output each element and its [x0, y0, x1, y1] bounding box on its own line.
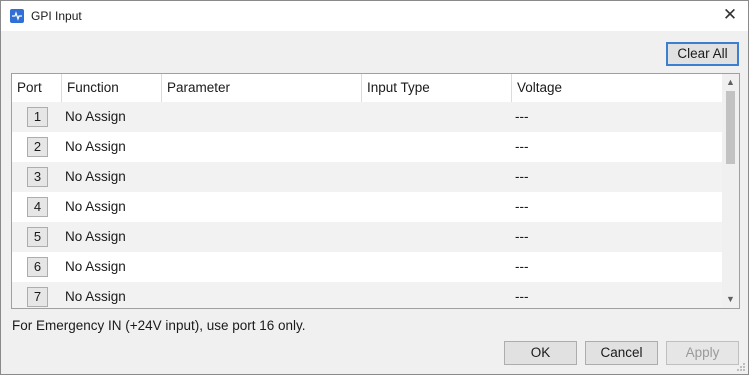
clear-all-button[interactable]: Clear All: [666, 42, 739, 66]
window-title: GPI Input: [31, 9, 82, 23]
voltage-cell: ---: [515, 259, 529, 274]
voltage-cell: ---: [515, 199, 529, 214]
column-header-voltage[interactable]: Voltage: [512, 74, 722, 102]
port-button[interactable]: 5: [27, 227, 48, 247]
table-body: 1 No Assign --- 2 No Assign --- 3 No Ass…: [12, 102, 722, 308]
port-button[interactable]: 7: [27, 287, 48, 307]
emergency-note: For Emergency IN (+24V input), use port …: [12, 318, 306, 333]
port-button[interactable]: 6: [27, 257, 48, 277]
function-cell[interactable]: No Assign: [65, 252, 126, 282]
table-row[interactable]: 1 No Assign ---: [12, 102, 722, 132]
cancel-button[interactable]: Cancel: [585, 341, 658, 365]
table-header: Port Function Parameter Input Type Volta…: [12, 74, 722, 102]
function-cell[interactable]: No Assign: [65, 192, 126, 222]
function-cell[interactable]: No Assign: [65, 222, 126, 252]
vertical-scrollbar[interactable]: ▲ ▼: [722, 74, 739, 308]
apply-button[interactable]: Apply: [666, 341, 739, 365]
port-button[interactable]: 3: [27, 167, 48, 187]
table-row[interactable]: 7 No Assign ---: [12, 282, 722, 308]
function-cell[interactable]: No Assign: [65, 162, 126, 192]
function-cell[interactable]: No Assign: [65, 132, 126, 162]
column-header-function[interactable]: Function: [62, 74, 162, 102]
table-row[interactable]: 3 No Assign ---: [12, 162, 722, 192]
table-row[interactable]: 4 No Assign ---: [12, 192, 722, 222]
table-row[interactable]: 5 No Assign ---: [12, 222, 722, 252]
port-button[interactable]: 4: [27, 197, 48, 217]
close-icon[interactable]: ✕: [722, 6, 738, 23]
scroll-up-arrow-icon[interactable]: ▲: [722, 74, 739, 91]
gpi-port-table: Port Function Parameter Input Type Volta…: [11, 73, 740, 309]
voltage-cell: ---: [515, 139, 529, 154]
ok-button[interactable]: OK: [504, 341, 577, 365]
voltage-cell: ---: [515, 229, 529, 244]
gpi-input-dialog: GPI Input ✕ Clear All Port Function Para…: [0, 0, 749, 375]
port-button[interactable]: 1: [27, 107, 48, 127]
voltage-cell: ---: [515, 289, 529, 304]
column-header-parameter[interactable]: Parameter: [162, 74, 362, 102]
column-header-input-type[interactable]: Input Type: [362, 74, 512, 102]
function-cell[interactable]: No Assign: [65, 282, 126, 308]
port-button[interactable]: 2: [27, 137, 48, 157]
resize-grip-icon[interactable]: [736, 362, 746, 372]
table-row[interactable]: 2 No Assign ---: [12, 132, 722, 162]
title-bar: GPI Input ✕: [1, 1, 748, 31]
column-header-port[interactable]: Port: [12, 74, 62, 102]
app-icon: [10, 9, 24, 23]
voltage-cell: ---: [515, 109, 529, 124]
table-row[interactable]: 6 No Assign ---: [12, 252, 722, 282]
function-cell[interactable]: No Assign: [65, 102, 126, 132]
scroll-down-arrow-icon[interactable]: ▼: [722, 291, 739, 308]
voltage-cell: ---: [515, 169, 529, 184]
scroll-thumb[interactable]: [726, 91, 735, 164]
